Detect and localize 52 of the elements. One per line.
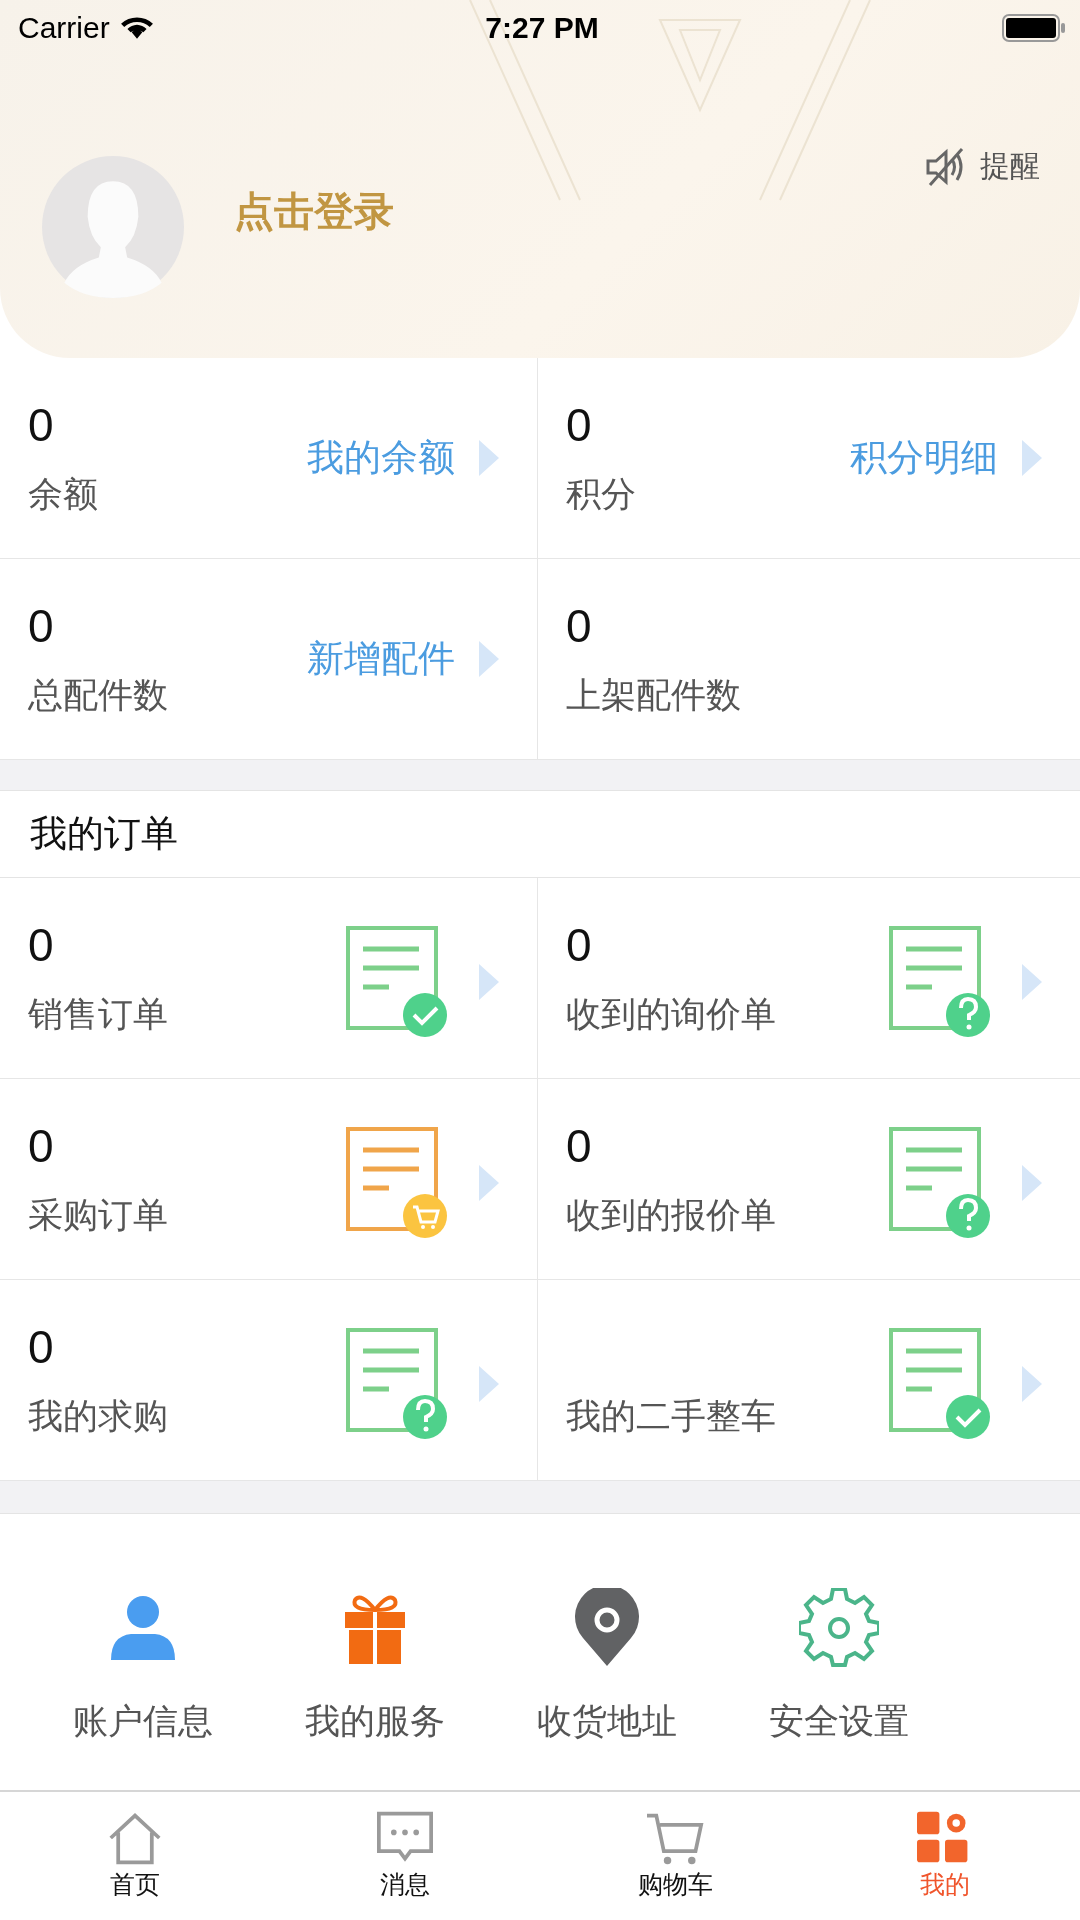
stat-value: 0 (566, 599, 593, 653)
document-cart-icon (345, 1126, 449, 1240)
order-label: 采购订单 (28, 1194, 168, 1237)
stat-cell[interactable]: 0 余额 我的余额 (0, 358, 538, 559)
arrow-icon (477, 1163, 501, 1203)
document-check-icon (888, 1327, 992, 1441)
order-label: 我的二手整车 (566, 1395, 776, 1438)
arrow-icon (477, 438, 501, 478)
order-label: 收到的询价单 (566, 993, 776, 1036)
order-count: 0 (28, 1119, 55, 1173)
arrow-icon (477, 962, 501, 1002)
arrow-icon (1020, 962, 1044, 1002)
arrow-icon (1020, 438, 1044, 478)
order-cell[interactable]: 0 采购订单 (0, 1079, 538, 1280)
tab[interactable]: 购物车 (540, 1792, 810, 1920)
tab[interactable]: 首页 (0, 1792, 270, 1920)
order-count: 0 (566, 1119, 593, 1173)
document-check-icon (345, 925, 449, 1039)
stat-label: 上架配件数 (566, 674, 741, 717)
stat-label: 余额 (28, 473, 98, 516)
settings-icon (799, 1588, 879, 1668)
stat-label: 总配件数 (28, 674, 168, 717)
document-question-icon (888, 1126, 992, 1240)
stat-value: 0 (566, 398, 593, 452)
stat-value: 0 (28, 599, 55, 653)
order-count: 0 (28, 918, 55, 972)
service-button[interactable]: 安全设置 (723, 1588, 955, 1745)
order-cell[interactable]: 0 我的求购 (0, 1280, 538, 1481)
stat-label: 积分 (566, 473, 636, 516)
order-label: 收到的报价单 (566, 1194, 776, 1237)
carrier-name: Carrier (18, 11, 110, 45)
stat-value: 0 (28, 398, 55, 452)
service-button[interactable]: 账户信息 (27, 1588, 259, 1745)
arrow-icon (1020, 1364, 1044, 1404)
tab[interactable]: 消息 (270, 1792, 540, 1920)
service-button[interactable]: 收货地址 (491, 1588, 723, 1745)
wifi-icon (119, 15, 154, 41)
stat-cell[interactable]: 0 总配件数 新增配件 (0, 559, 538, 760)
order-label: 我的求购 (28, 1395, 168, 1438)
arrow-icon (1020, 1163, 1044, 1203)
document-question-icon (888, 925, 992, 1039)
arrow-icon (477, 1364, 501, 1404)
status-time: 7:27 PM (485, 11, 599, 45)
order-count: 0 (28, 1320, 55, 1374)
reminder-button[interactable]: 提醒 (924, 146, 1040, 187)
order-count: 0 (566, 918, 593, 972)
service-button[interactable]: 我的服务 (259, 1588, 491, 1745)
arrow-icon (477, 639, 501, 679)
document-question-icon (345, 1327, 449, 1441)
battery-icon (1002, 14, 1066, 42)
order-cell[interactable]: 0 销售订单 (0, 878, 538, 1079)
order-label: 销售订单 (28, 993, 168, 1036)
